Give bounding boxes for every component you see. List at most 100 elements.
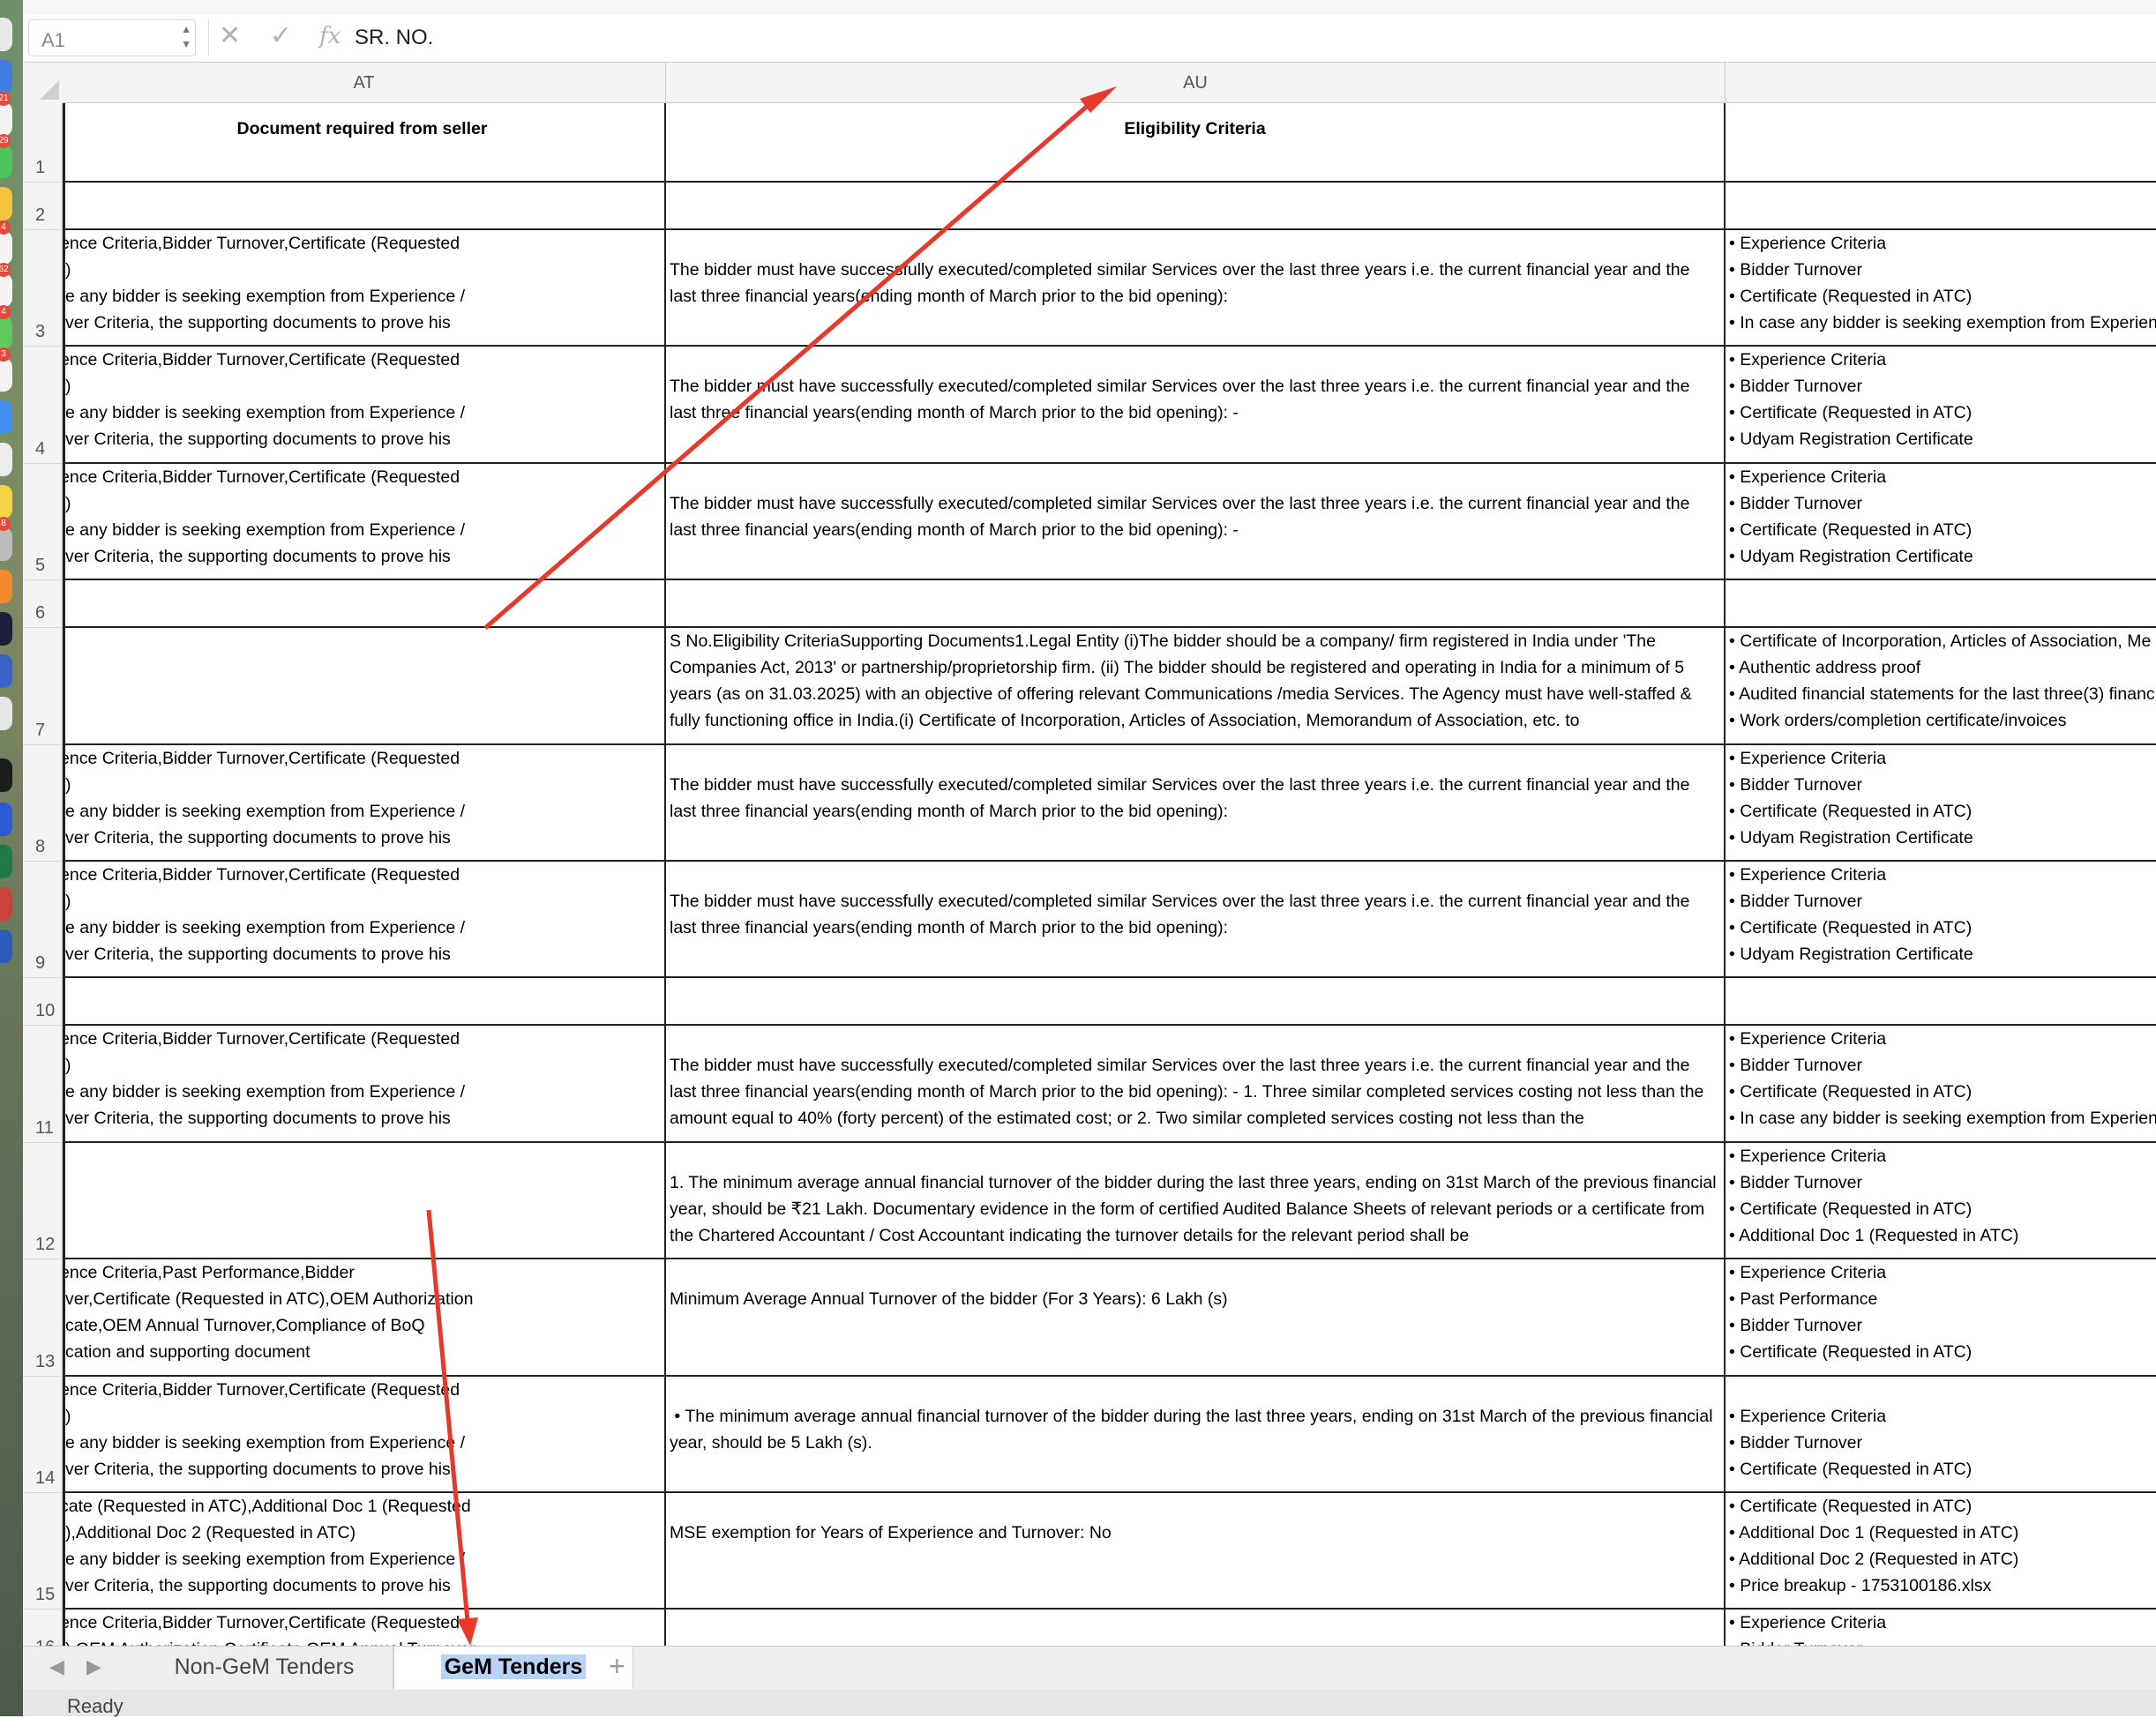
row-header[interactable]: 15 <box>23 1493 63 1610</box>
cell-au-9[interactable]: The bidder must have successfully execut… <box>666 862 1726 978</box>
dock-app-icon[interactable] <box>0 316 12 349</box>
dock-app-icon[interactable] <box>0 102 12 136</box>
dock-app-icon[interactable] <box>0 527 12 561</box>
cell-av-14[interactable]: • Experience Criteria • Bidder Turnover … <box>1726 1377 2156 1493</box>
dock-app-icon[interactable] <box>0 400 12 434</box>
formula-input[interactable]: SR. NO. <box>355 26 433 50</box>
cell-au-3[interactable]: The bidder must have successfully execut… <box>666 230 1726 347</box>
row-header[interactable]: 6 <box>23 580 63 628</box>
dock-app-icon[interactable] <box>0 654 12 688</box>
row-header[interactable]: 5 <box>23 464 63 580</box>
cell-av-11[interactable]: • Experience Criteria • Bidder Turnover … <box>1726 1026 2156 1143</box>
cell-at-5[interactable]: ence Criteria,Bidder Turnover,Certificat… <box>63 464 666 580</box>
cell-av-13[interactable]: • Experience Criteria • Past Performance… <box>1726 1259 2156 1377</box>
row-header[interactable]: 9 <box>23 862 63 978</box>
cell-av-8[interactable]: • Experience Criteria • Bidder Turnover … <box>1726 745 2156 862</box>
cell-at-11[interactable]: ence Criteria,Bidder Turnover,Certificat… <box>63 1026 666 1143</box>
next-sheet-icon[interactable]: ▶ <box>86 1655 101 1678</box>
spreadsheet-grid[interactable]: AT AU 1 Document required from seller Eligi… <box>23 63 2156 1646</box>
cell-at-15[interactable]: cate (Requested in ATC),Additional Doc 1… <box>63 1493 666 1610</box>
cell-au-7[interactable]: S No.Eligibility CriteriaSupporting Docu… <box>666 628 1726 745</box>
cell-at-12[interactable] <box>63 1143 666 1259</box>
dock-app-icon[interactable] <box>0 930 12 963</box>
cell-av-10[interactable] <box>1726 978 2156 1026</box>
dock-app-icon[interactable] <box>0 358 12 392</box>
dock-app-icon[interactable] <box>0 60 12 93</box>
previous-sheet-icon[interactable]: ◀ <box>49 1655 64 1678</box>
cell-au-6[interactable] <box>666 580 1726 628</box>
dock-app-icon[interactable] <box>0 845 12 878</box>
cell-av-4[interactable]: • Experience Criteria • Bidder Turnover … <box>1726 347 2156 464</box>
row-header[interactable]: 7 <box>23 628 63 745</box>
cell-av-1[interactable] <box>1726 103 2156 183</box>
cell-at-9[interactable]: ence Criteria,Bidder Turnover,Certificat… <box>63 862 666 978</box>
row-header[interactable]: 12 <box>23 1143 63 1259</box>
row-header[interactable]: 1 <box>23 103 63 183</box>
cell-at-4[interactable]: ence Criteria,Bidder Turnover,Certificat… <box>63 347 666 464</box>
cell-av-15[interactable]: • Certificate (Requested in ATC) • Addit… <box>1726 1493 2156 1610</box>
cell-av-12[interactable]: • Experience Criteria • Bidder Turnover … <box>1726 1143 2156 1259</box>
cell-at-3[interactable]: ence Criteria,Bidder Turnover,Certificat… <box>63 230 666 347</box>
cancel-icon[interactable]: ✕ <box>219 21 241 51</box>
cell-au-5[interactable]: The bidder must have successfully execut… <box>666 464 1726 580</box>
row-header[interactable]: 4 <box>23 347 63 464</box>
row-header[interactable]: 10 <box>23 978 63 1026</box>
add-sheet-icon[interactable]: + <box>609 1650 625 1683</box>
cell-au-16[interactable] <box>666 1610 1726 1646</box>
dock-app-icon[interactable] <box>0 187 12 220</box>
row-header[interactable]: 16 <box>23 1610 63 1646</box>
cell-av-9[interactable]: • Experience Criteria • Bidder Turnover … <box>1726 862 2156 978</box>
row-header[interactable]: 13 <box>23 1259 63 1377</box>
cell-at-16[interactable]: ence Criteria,Bidder Turnover,Certificat… <box>63 1610 666 1646</box>
row-header[interactable]: 11 <box>23 1026 63 1143</box>
cell-av-3[interactable]: • Experience Criteria • Bidder Turnover … <box>1726 230 2156 347</box>
cell-au-11[interactable]: The bidder must have successfully execut… <box>666 1026 1726 1143</box>
row-header[interactable]: 3 <box>23 230 63 347</box>
dock-app-icon[interactable] <box>0 612 12 646</box>
dock-app-icon[interactable] <box>0 570 12 603</box>
dock-app-icon[interactable] <box>0 887 12 921</box>
dock-app-icon[interactable] <box>0 231 12 265</box>
cell-at-6[interactable] <box>63 580 666 628</box>
dock-app-icon[interactable] <box>0 485 12 519</box>
column-header[interactable]: AU <box>666 63 1726 103</box>
cell-av-7[interactable]: • Certificate of Incorporation, Articles… <box>1726 628 2156 745</box>
cell-au-14[interactable]: • The minimum average annual financial t… <box>666 1377 1726 1493</box>
name-box-stepper-icon[interactable]: ▲ ▼ <box>181 22 191 52</box>
dock-app-icon[interactable] <box>0 758 12 792</box>
dock-app-icon[interactable] <box>0 273 12 307</box>
cell-at-8[interactable]: ence Criteria,Bidder Turnover,Certificat… <box>63 745 666 862</box>
row-header[interactable]: 14 <box>23 1377 63 1493</box>
cell-au-2[interactable] <box>666 183 1726 230</box>
cell-av-2[interactable] <box>1726 183 2156 230</box>
cell-av-6[interactable] <box>1726 580 2156 628</box>
cell-at-10[interactable] <box>63 978 666 1026</box>
row-header[interactable]: 8 <box>23 745 63 862</box>
confirm-icon[interactable]: ✓ <box>270 21 292 51</box>
cell-av-5[interactable]: • Experience Criteria • Bidder Turnover … <box>1726 464 2156 580</box>
sheet-tab-non-gem-tenders[interactable]: Non-GeM Tenders <box>136 1647 393 1689</box>
cell-at-1[interactable]: Document required from seller <box>63 103 666 183</box>
cell-av-16[interactable]: • Experience Criteria • Bidder Turnover <box>1726 1610 2156 1646</box>
dock-app-icon[interactable] <box>0 697 12 730</box>
dock-app-icon[interactable] <box>0 145 12 178</box>
cell-au-4[interactable]: The bidder must have successfully execut… <box>666 347 1726 464</box>
row-header[interactable]: 2 <box>23 183 63 230</box>
sheet-tab-gem-tenders[interactable]: GeM Tenders <box>393 1647 633 1689</box>
column-header[interactable]: AT <box>63 63 666 103</box>
cell-at-13[interactable]: ence Criteria,Past Performance,Bidder ve… <box>63 1259 666 1377</box>
cell-au-12[interactable]: 1. The minimum average annual financial … <box>666 1143 1726 1259</box>
cell-au-1[interactable]: Eligibility Criteria <box>666 103 1726 183</box>
insert-function-icon[interactable]: fx <box>319 21 341 51</box>
cell-au-8[interactable]: The bidder must have successfully execut… <box>666 745 1726 862</box>
cell-au-15[interactable]: MSE exemption for Years of Experience an… <box>666 1493 1726 1610</box>
cell-at-2[interactable] <box>63 183 666 230</box>
cell-at-7[interactable] <box>63 628 666 745</box>
select-all-corner[interactable] <box>23 63 64 104</box>
dock-app-icon[interactable] <box>0 443 12 476</box>
cell-at-14[interactable]: ence Criteria,Bidder Turnover,Certificat… <box>63 1377 666 1493</box>
column-header[interactable] <box>1726 63 2156 103</box>
dock-app-icon[interactable] <box>0 18 12 51</box>
name-box[interactable]: A1 ▲ ▼ <box>28 19 196 56</box>
cell-au-10[interactable] <box>666 978 1726 1026</box>
